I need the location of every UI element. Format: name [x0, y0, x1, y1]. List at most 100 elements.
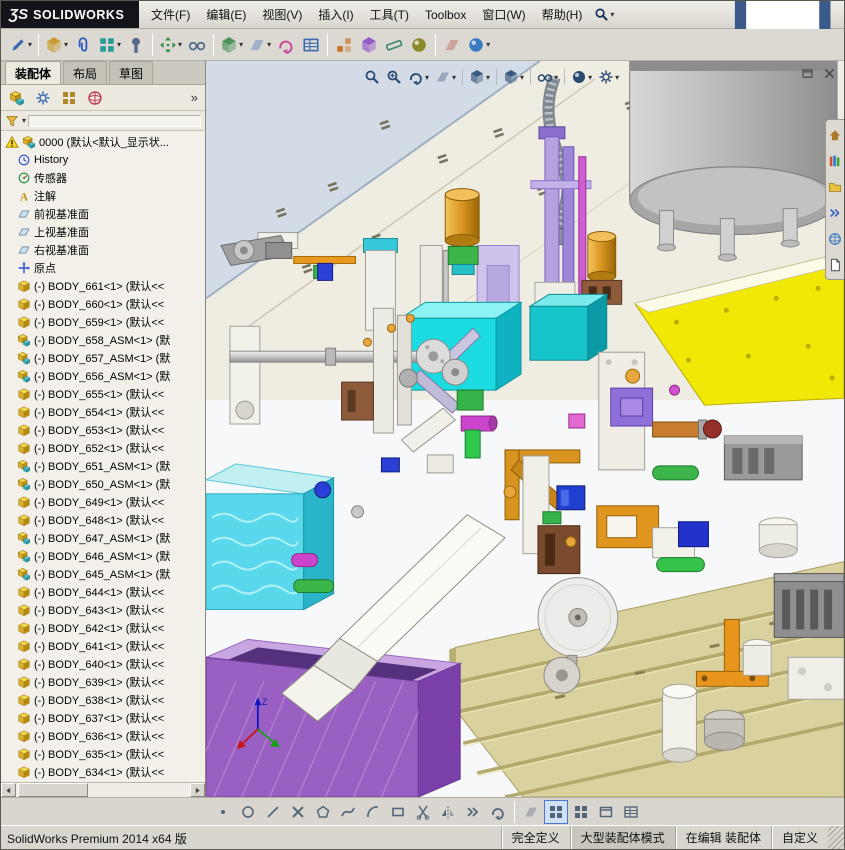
tree-item[interactable]: 原点 [3, 259, 205, 277]
tree-item[interactable]: (-) BODY_648<1> (默认<< [3, 511, 205, 529]
filter-icon[interactable] [5, 114, 19, 128]
resize-grip[interactable] [828, 826, 844, 849]
sketch-rectangle-icon[interactable] [386, 800, 410, 824]
sketch-arc-icon[interactable] [361, 800, 385, 824]
tree-item[interactable]: 前视基准面 [3, 205, 205, 223]
tree-item[interactable]: (-) BODY_658_ASM<1> (默 [3, 331, 205, 349]
scroll-thumb[interactable] [18, 783, 88, 797]
smart-fasteners-icon[interactable] [124, 32, 148, 58]
tree-item[interactable]: 注解 [3, 187, 205, 205]
tree-item[interactable]: (-) BODY_644<1> (默认<< [3, 583, 205, 601]
filter-caret-icon[interactable]: ▾ [22, 116, 26, 125]
teal-block[interactable] [528, 281, 609, 362]
sketch-polygon-icon[interactable] [311, 800, 335, 824]
tree-item[interactable]: (-) BODY_660<1> (默认<< [3, 295, 205, 313]
show-hidden-components-icon[interactable] [185, 32, 209, 58]
custom-properties-icon[interactable] [827, 254, 844, 275]
featuremanager-icon[interactable] [5, 87, 29, 109]
sketch-point-icon[interactable] [211, 800, 235, 824]
design-library-icon[interactable] [827, 150, 844, 171]
exploded-view-icon[interactable] [332, 32, 356, 58]
sketch-erase-icon[interactable] [286, 800, 310, 824]
display-style-icon[interactable]: ▾ [500, 66, 527, 88]
mate-icon[interactable] [71, 32, 95, 58]
menubar-item-4[interactable]: 插入(I) [310, 2, 361, 28]
section-view-icon[interactable]: ▾ [432, 66, 459, 88]
tree-item[interactable]: (-) BODY_637<1> (默认<< [3, 709, 205, 727]
component-pattern-icon[interactable]: ▾ [96, 32, 123, 58]
tree-item[interactable]: (-) BODY_639<1> (默认<< [3, 673, 205, 691]
propertymanager-icon[interactable] [31, 87, 55, 109]
edit-appearance-icon[interactable]: ▾ [568, 66, 595, 88]
tree-item[interactable]: (-) BODY_636<1> (默认<< [3, 727, 205, 745]
scroll-right-icon[interactable] [190, 783, 205, 797]
tree-item[interactable]: (-) BODY_656_ASM<1> (默 [3, 367, 205, 385]
filter-input[interactable] [28, 114, 201, 127]
menubar-item-3[interactable]: 视图(V) [254, 2, 310, 28]
tree-item[interactable]: 右视基准面 [3, 241, 205, 259]
zoom-fit-icon[interactable] [361, 66, 383, 88]
motion-study-icon[interactable] [274, 32, 298, 58]
tree-item[interactable]: (-) BODY_634<1> (默认<< [3, 763, 205, 781]
tree-item[interactable]: 0000 (默认<默认_显示状... [3, 133, 205, 151]
tree-item[interactable]: (-) BODY_642<1> (默认<< [3, 619, 205, 637]
appearances-icon[interactable]: ▾ [465, 32, 492, 58]
hide-show-items-icon[interactable]: ▾ [534, 66, 561, 88]
sketch-offset-icon[interactable] [461, 800, 485, 824]
sketch-circle-icon[interactable] [236, 800, 260, 824]
section-view-icon[interactable] [440, 32, 464, 58]
menubar-item-7[interactable]: 窗口(W) [474, 2, 533, 28]
tree-horizontal-scrollbar[interactable] [1, 782, 205, 797]
tree-item[interactable]: (-) BODY_653<1> (默认<< [3, 421, 205, 439]
interference-detection-icon[interactable] [357, 32, 381, 58]
file-explorer-icon[interactable] [827, 176, 844, 197]
tree-item[interactable]: (-) BODY_635<1> (默认<< [3, 745, 205, 763]
tree-item[interactable]: (-) BODY_655<1> (默认<< [3, 385, 205, 403]
sketch-line-icon[interactable] [261, 800, 285, 824]
menubar-item-8[interactable]: 帮助(H) [534, 2, 591, 28]
view-orientation-icon[interactable]: ▾ [466, 66, 493, 88]
menubar-item-5[interactable]: 工具(T) [362, 2, 417, 28]
tree-item[interactable]: (-) BODY_657_ASM<1> (默 [3, 349, 205, 367]
tree-item[interactable]: (-) BODY_640<1> (默认<< [3, 655, 205, 673]
sketch-trim-icon[interactable] [411, 800, 435, 824]
mass-properties-icon[interactable] [407, 32, 431, 58]
tree-item[interactable]: (-) BODY_654<1> (默认<< [3, 403, 205, 421]
viewport-layout-icon[interactable] [594, 800, 618, 824]
tab-1[interactable]: 装配体 [5, 61, 62, 84]
gold-cylinder-right[interactable] [581, 231, 623, 305]
tree-item[interactable]: History [3, 151, 205, 169]
tab-3[interactable]: 草图 [109, 61, 154, 84]
previous-view-icon[interactable]: ▾ [405, 66, 432, 88]
menubar-item-6[interactable]: Toolbox [417, 2, 474, 28]
tree-item[interactable]: (-) BODY_641<1> (默认<< [3, 637, 205, 655]
appearances-scenes-icon[interactable] [827, 228, 844, 249]
corner-view-icon[interactable] [519, 800, 543, 824]
dimxpertmanager-icon[interactable] [83, 87, 107, 109]
graphics-area[interactable]: Z [206, 61, 844, 797]
viewport-restore-icon[interactable] [801, 67, 814, 80]
tree-item[interactable]: 传感器 [3, 169, 205, 187]
view-settings-icon[interactable]: ▾ [595, 66, 622, 88]
status-custom-button[interactable]: 自定义 [770, 826, 828, 849]
tree-item[interactable]: (-) BODY_652<1> (默认<< [3, 439, 205, 457]
move-component-icon[interactable]: ▾ [157, 32, 184, 58]
tab-2[interactable]: 布局 [63, 61, 108, 84]
graphics-viewport[interactable]: Z ▾ ▾ ▾ ▾ ▾ ▾ ▾ [206, 61, 844, 797]
insert-component-icon[interactable]: ▾ [43, 32, 70, 58]
tree-item[interactable]: (-) BODY_651_ASM<1> (默 [3, 457, 205, 475]
scroll-track[interactable] [88, 783, 190, 797]
tree-item[interactable]: (-) BODY_646_ASM<1> (默 [3, 547, 205, 565]
search-icon[interactable]: ▾ [590, 1, 618, 28]
edit-component-icon[interactable]: ▾ [7, 32, 34, 58]
panel-overflow-button[interactable]: » [191, 90, 201, 105]
zoom-area-icon[interactable] [383, 66, 405, 88]
assembly-features-icon[interactable]: ▾ [218, 32, 245, 58]
viewport-close-icon[interactable] [823, 67, 836, 80]
tree-item[interactable]: (-) BODY_649<1> (默认<< [3, 493, 205, 511]
tree-item[interactable]: (-) BODY_661<1> (默认<< [3, 277, 205, 295]
view-palette-icon[interactable] [827, 202, 844, 223]
tree-item[interactable]: (-) BODY_638<1> (默认<< [3, 691, 205, 709]
sketch-spline-icon[interactable] [336, 800, 360, 824]
gold-cylinder-left[interactable] [444, 188, 480, 275]
